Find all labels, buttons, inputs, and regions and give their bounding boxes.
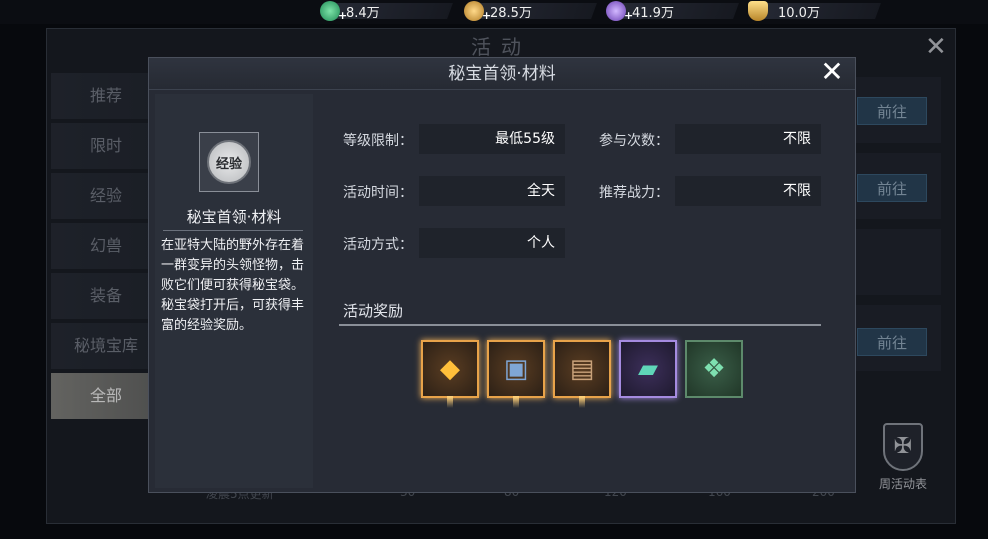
currency-bar: + 8.4万 + 28.5万 + 41.9万 10.0万 xyxy=(0,0,988,24)
treasure-chest-icon: ▣ xyxy=(503,354,529,384)
rewards-title: 活动奖励 xyxy=(343,302,404,320)
level-limit-label: 等级限制： xyxy=(343,133,413,149)
divider xyxy=(339,324,821,326)
modal-title: 秘宝首领·材料 xyxy=(448,64,556,84)
gold-crystal-icon: ◆ xyxy=(440,354,460,384)
add-icon[interactable]: + xyxy=(624,9,633,22)
activity-mode-value: 个人 xyxy=(419,228,565,258)
currency-value: 10.0万 xyxy=(778,5,820,21)
add-icon[interactable]: + xyxy=(338,9,347,22)
activity-mode-label: 活动方式： xyxy=(343,237,413,253)
close-icon[interactable]: ✕ xyxy=(817,58,847,88)
divider xyxy=(163,230,303,231)
add-icon[interactable]: + xyxy=(482,9,491,22)
activity-time-value: 全天 xyxy=(419,176,565,206)
activity-time-label: 活动时间： xyxy=(343,185,413,201)
activity-detail-modal: 秘宝首领·材料 ✕ 经验 秘宝首领·材料 在亚特大陆的野外存在着一群变异的头领怪… xyxy=(148,57,856,493)
reward-item[interactable]: ▤ xyxy=(553,340,611,408)
reward-item[interactable]: ▣ xyxy=(487,340,545,408)
purple-chest-icon: ▰ xyxy=(638,354,658,384)
participation-count-label: 参与次数： xyxy=(599,133,669,149)
green-gem-icon xyxy=(320,1,340,21)
skill-book-icon: ▤ xyxy=(569,354,595,384)
currency-value: 41.9万 xyxy=(632,5,674,21)
gift-box-egg-icon: ❖ xyxy=(702,354,726,384)
gold-coin-icon xyxy=(464,1,484,21)
reward-item[interactable]: ❖ xyxy=(685,340,743,398)
currency-gem[interactable]: + 8.4万 xyxy=(320,0,453,22)
currency-value: 8.4万 xyxy=(346,5,380,21)
reward-list: ◆ ▣ ▤ ▰ ❖ xyxy=(421,340,743,408)
purple-orb-icon xyxy=(606,1,626,21)
activity-name: 秘宝首领·材料 xyxy=(186,208,282,226)
currency-orb[interactable]: + 41.9万 xyxy=(606,0,739,22)
activity-summary-panel: 经验 秘宝首领·材料 在亚特大陆的野外存在着一群变异的头领怪物，击败它们便可获得… xyxy=(155,94,313,488)
participation-count-value: 不限 xyxy=(675,124,821,154)
currency-coin[interactable]: + 28.5万 xyxy=(464,0,597,22)
activity-emblem: 经验 xyxy=(199,132,259,192)
level-limit-value: 最低55级 xyxy=(419,124,565,154)
modal-header: 秘宝首领·材料 ✕ xyxy=(149,58,855,90)
currency-value: 28.5万 xyxy=(490,5,532,21)
reward-item[interactable]: ◆ xyxy=(421,340,479,408)
activity-description: 在亚特大陆的野外存在着一群变异的头领怪物，击败它们便可获得秘宝袋。秘宝袋打开后，… xyxy=(161,238,305,333)
experience-badge-icon: 经验 xyxy=(207,140,251,184)
recommended-power-value: 不限 xyxy=(675,176,821,206)
gold-shield-icon xyxy=(748,1,768,21)
currency-shield: 10.0万 xyxy=(748,0,881,22)
recommended-power-label: 推荐战力： xyxy=(599,185,669,201)
reward-item[interactable]: ▰ xyxy=(619,340,677,398)
